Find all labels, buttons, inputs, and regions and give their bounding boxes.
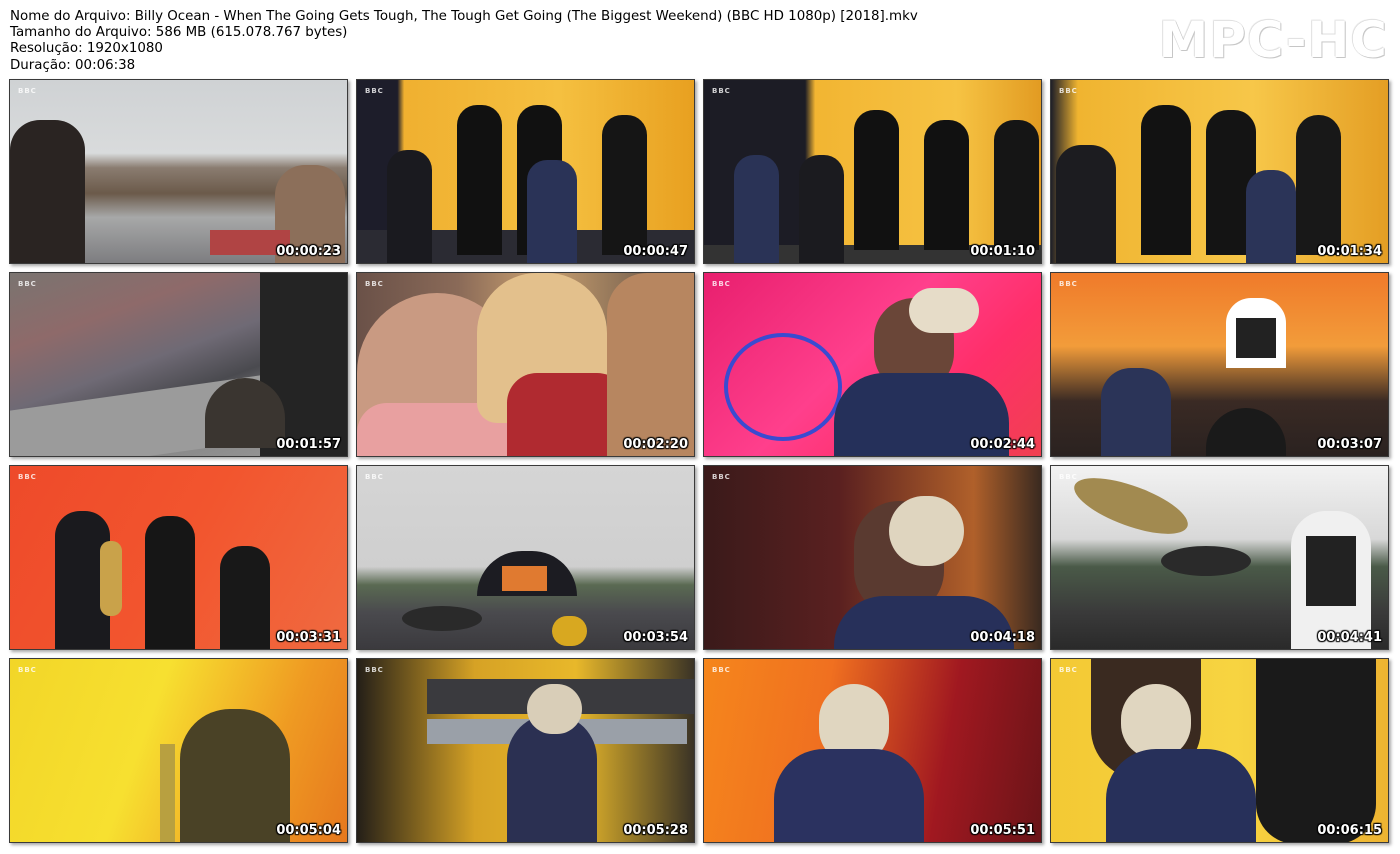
thumbnail-4[interactable]: BBC 00:01:34 bbox=[1050, 79, 1389, 264]
network-logo: BBC bbox=[365, 473, 384, 481]
thumbnail-grid: BBC 00:00:23 BBC 00:00:47 BBC 00:01:10 B… bbox=[9, 79, 1391, 845]
timestamp: 00:05:04 bbox=[276, 823, 341, 838]
thumbnail-7[interactable]: BBC 00:02:44 bbox=[703, 272, 1042, 457]
thumbnail-14[interactable]: BBC 00:05:28 bbox=[356, 658, 695, 843]
thumbnail-11[interactable]: BBC 00:04:18 bbox=[703, 465, 1042, 650]
thumbnail-5[interactable]: BBC 00:01:57 bbox=[9, 272, 348, 457]
file-size-line: Tamanho do Arquivo: 586 MB (615.078.767 … bbox=[10, 25, 348, 41]
timestamp: 00:04:41 bbox=[1317, 630, 1382, 645]
timestamp: 00:00:47 bbox=[623, 244, 688, 259]
mpc-hc-logo: MPC-HC bbox=[1158, 11, 1388, 69]
timestamp: 00:03:31 bbox=[276, 630, 341, 645]
network-logo: BBC bbox=[18, 666, 37, 674]
network-logo: BBC bbox=[1059, 280, 1078, 288]
network-logo: BBC bbox=[712, 473, 731, 481]
thumbnail-1[interactable]: BBC 00:00:23 bbox=[9, 79, 348, 264]
resolution-line: Resolução: 1920x1080 bbox=[10, 41, 163, 57]
duration-line: Duração: 00:06:38 bbox=[10, 57, 136, 73]
timestamp: 00:03:54 bbox=[623, 630, 688, 645]
network-logo: BBC bbox=[1059, 473, 1078, 481]
network-logo: BBC bbox=[712, 280, 731, 288]
timestamp: 00:02:20 bbox=[623, 437, 688, 452]
thumbnail-8[interactable]: BBC 00:03:07 bbox=[1050, 272, 1389, 457]
network-logo: BBC bbox=[18, 280, 37, 288]
timestamp: 00:01:10 bbox=[970, 244, 1035, 259]
network-logo: BBC bbox=[18, 87, 37, 95]
timestamp: 00:01:57 bbox=[276, 437, 341, 452]
timestamp: 00:02:44 bbox=[970, 437, 1035, 452]
thumbnail-15[interactable]: BBC 00:05:51 bbox=[703, 658, 1042, 843]
file-info: Nome do Arquivo: Billy Ocean - When The … bbox=[10, 9, 918, 74]
network-logo: BBC bbox=[712, 87, 731, 95]
thumbnail-12[interactable]: BBC 00:04:41 bbox=[1050, 465, 1389, 650]
file-name-line: Nome do Arquivo: Billy Ocean - When The … bbox=[10, 9, 918, 24]
timestamp: 00:05:28 bbox=[623, 823, 688, 838]
thumbnail-13[interactable]: BBC 00:05:04 bbox=[9, 658, 348, 843]
network-logo: BBC bbox=[365, 87, 384, 95]
timestamp: 00:05:51 bbox=[970, 823, 1035, 838]
timestamp: 00:00:23 bbox=[276, 244, 341, 259]
thumbnail-2[interactable]: BBC 00:00:47 bbox=[356, 79, 695, 264]
network-logo: BBC bbox=[712, 666, 731, 674]
thumbnail-16[interactable]: BBC 00:06:15 bbox=[1050, 658, 1389, 843]
network-logo: BBC bbox=[18, 473, 37, 481]
timestamp: 00:04:18 bbox=[970, 630, 1035, 645]
thumbnail-3[interactable]: BBC 00:01:10 bbox=[703, 79, 1042, 264]
network-logo: BBC bbox=[1059, 87, 1078, 95]
network-logo: BBC bbox=[365, 666, 384, 674]
thumbnail-10[interactable]: BBC 00:03:54 bbox=[356, 465, 695, 650]
timestamp: 00:01:34 bbox=[1317, 244, 1382, 259]
thumbnail-6[interactable]: BBC 00:02:20 bbox=[356, 272, 695, 457]
timestamp: 00:06:15 bbox=[1317, 823, 1382, 838]
network-logo: BBC bbox=[1059, 666, 1078, 674]
network-logo: BBC bbox=[365, 280, 384, 288]
timestamp: 00:03:07 bbox=[1317, 437, 1382, 452]
thumbnail-9[interactable]: BBC 00:03:31 bbox=[9, 465, 348, 650]
